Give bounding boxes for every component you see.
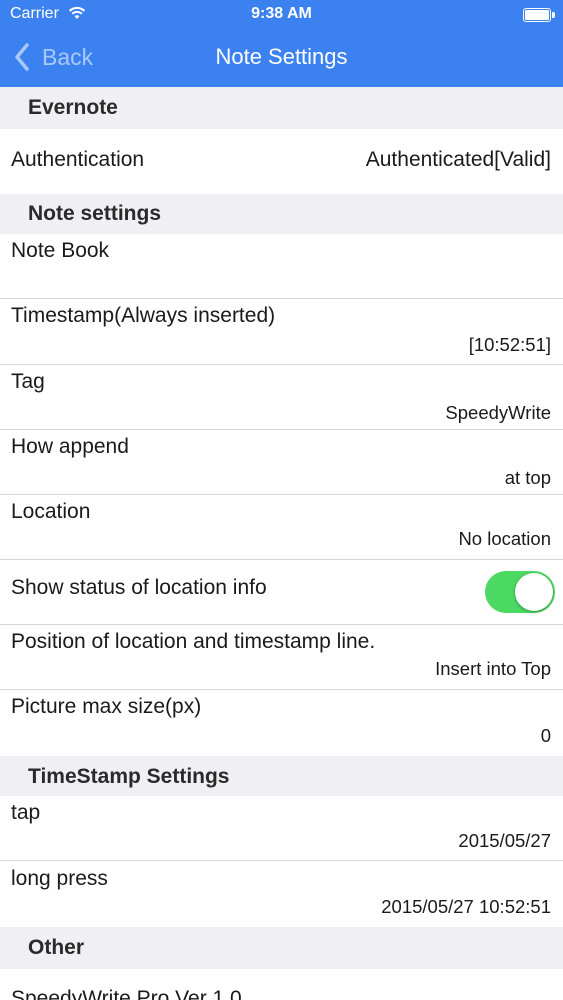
row-label: tap: [11, 801, 41, 824]
row-value: [10:52:51]: [468, 334, 551, 355]
row-version: SpeedyWrite Pro Ver 1.0: [0, 969, 563, 1000]
row-label: Position of location and timestamp line.: [11, 630, 376, 653]
section-header-other: Other: [0, 927, 563, 969]
row-label: Timestamp(Always inserted): [11, 304, 276, 327]
row-label: Show status of location info: [11, 576, 267, 599]
row-value: 2015/05/27 10:52:51: [381, 896, 551, 917]
row-label: Location: [11, 500, 91, 523]
row-label: Tag: [11, 370, 45, 393]
toggle-knob: [515, 573, 553, 611]
row-location[interactable]: Location No location: [0, 495, 563, 559]
row-how-append[interactable]: How append at top: [0, 430, 563, 494]
row-position[interactable]: Position of location and timestamp line.…: [0, 625, 563, 689]
section-header-note-settings: Note settings: [0, 194, 563, 234]
status-time: 9:38 AM: [251, 5, 312, 22]
row-value: No location: [458, 528, 551, 549]
row-show-status: Show status of location info: [0, 560, 563, 624]
row-tag[interactable]: Tag SpeedyWrite: [0, 365, 563, 429]
row-value: 2015/05/27: [458, 830, 551, 851]
battery-icon: [523, 8, 555, 22]
row-value: SpeedyWrite: [445, 402, 551, 423]
page-title: Note Settings: [215, 44, 348, 69]
section-header-evernote: Evernote: [0, 87, 563, 129]
navigation-bar: Carrier 9:38 AM Back Note Settings: [0, 0, 563, 87]
row-timestamp[interactable]: Timestamp(Always inserted) [10:52:51]: [0, 299, 563, 364]
row-value: Authenticated[Valid]: [365, 148, 551, 171]
row-tap[interactable]: tap 2015/05/27: [0, 796, 563, 860]
location-status-toggle[interactable]: [485, 571, 555, 613]
row-label: Authentication: [11, 148, 145, 171]
row-value: Insert into Top: [435, 658, 551, 679]
row-long-press[interactable]: long press 2015/05/27 10:52:51: [0, 861, 563, 927]
row-value: 0: [540, 725, 551, 746]
row-authentication[interactable]: Authentication Authenticated[Valid]: [0, 129, 563, 194]
row-label: SpeedyWrite Pro Ver 1.0: [11, 987, 242, 1000]
row-label: Picture max size(px): [11, 695, 202, 718]
row-label: Note Book: [11, 239, 110, 262]
row-picture-max-size[interactable]: Picture max size(px) 0: [0, 690, 563, 756]
row-label: long press: [11, 867, 108, 890]
row-note-book[interactable]: Note Book: [0, 234, 563, 298]
section-header-timestamp-settings: TimeStamp Settings: [0, 756, 563, 796]
row-label: How append: [11, 435, 129, 458]
row-value: at top: [504, 467, 551, 488]
